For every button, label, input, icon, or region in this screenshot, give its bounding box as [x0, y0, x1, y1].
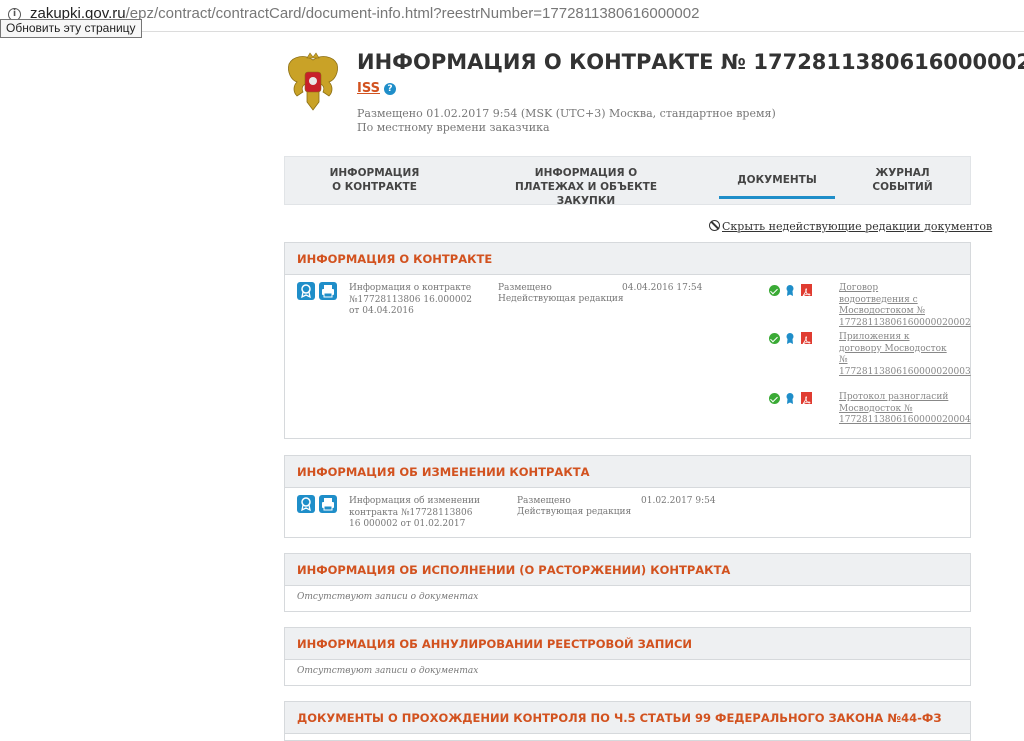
pdf-icon[interactable] [801, 284, 812, 297]
record-edition: Недействующая редакция [498, 294, 624, 304]
record-name: Информация о контракте №17728113806 16.0… [349, 283, 473, 316]
empty-records-note: Отсутствуют записи о документах [297, 666, 479, 676]
award-ribbon-icon[interactable] [785, 392, 795, 405]
record-name: Информация об изменении контракта №17728… [349, 496, 481, 529]
section-title: ИНФОРМАЦИЯ О КОНТРАКТЕ [285, 243, 970, 275]
section-control-docs: ДОКУМЕНТЫ О ПРОХОЖДЕНИИ КОНТРОЛЯ ПО Ч.5 … [284, 701, 971, 741]
browser-address-bar[interactable]: i zakupki.gov.ru/epz/contract/contractCa… [0, 0, 1024, 32]
empty-records-note: Отсутствуют записи о документах [297, 592, 479, 602]
section-change-info: ИНФОРМАЦИЯ ОБ ИЗМЕНЕНИИ КОНТРАКТА Информ… [284, 455, 971, 538]
url-path: /epz/contract/contractCard/document-info… [125, 5, 700, 22]
document-link[interactable]: Протокол разногласий Мосводосток № 17728… [839, 392, 971, 427]
record-date: 04.04.2016 17:54 [622, 283, 703, 293]
award-ribbon-icon[interactable] [785, 332, 795, 345]
pdf-icon[interactable] [801, 392, 812, 405]
record-date: 01.02.2017 9:54 [641, 496, 716, 506]
ban-icon [709, 220, 720, 231]
tab-documents[interactable]: ДОКУМЕНТЫ [719, 173, 835, 187]
placed-date: Размещено 01.02.2017 9:54 (MSK (UTC+3) М… [357, 107, 776, 120]
help-icon[interactable]: ? [384, 83, 396, 95]
print-icon[interactable] [319, 282, 337, 300]
award-ribbon-icon[interactable] [297, 495, 315, 513]
tab-payments-info[interactable]: ИНФОРМАЦИЯ О ПЛАТЕЖАХ И ОБЪЕКТЕ ЗАКУПКИ [501, 166, 671, 208]
section-annulment-info: ИНФОРМАЦИЯ ОБ АННУЛИРОВАНИИ РЕЕСТРОВОЙ З… [284, 627, 971, 686]
hide-inactive-label: Скрыть недействующие редакции документов [722, 220, 993, 233]
tab-event-log[interactable]: ЖУРНАЛ СОБЫТИЙ [870, 166, 935, 194]
signature-valid-icon [769, 285, 780, 296]
page-title: ИНФОРМАЦИЯ О КОНТРАКТЕ № 177281138061600… [357, 50, 1024, 74]
source-link[interactable]: ISS [357, 81, 380, 96]
section-execution-info: ИНФОРМАЦИЯ ОБ ИСПОЛНЕНИИ (О РАСТОРЖЕНИИ)… [284, 553, 971, 612]
section-contract-info: ИНФОРМАЦИЯ О КОНТРАКТЕ Информация о конт… [284, 242, 971, 439]
coat-of-arms-icon [288, 52, 338, 111]
record-status: Размещено [517, 496, 571, 506]
reload-tooltip: Обновить эту страницу [0, 19, 142, 38]
award-ribbon-icon[interactable] [297, 282, 315, 300]
local-time-note: По местному времени заказчика [357, 121, 550, 134]
section-title: ДОКУМЕНТЫ О ПРОХОЖДЕНИИ КОНТРОЛЯ ПО Ч.5 … [285, 702, 970, 734]
hide-inactive-link[interactable]: Скрыть недействующие редакции документов [709, 220, 992, 233]
record-edition: Действующая редакция [517, 507, 632, 517]
tab-contract-info[interactable]: ИНФОРМАЦИЯ О КОНТРАКТЕ [327, 166, 422, 194]
award-ribbon-icon[interactable] [785, 284, 795, 297]
signature-valid-icon [769, 393, 780, 404]
pdf-icon[interactable] [801, 332, 812, 345]
section-title: ИНФОРМАЦИЯ ОБ АННУЛИРОВАНИИ РЕЕСТРОВОЙ З… [285, 628, 970, 660]
record-status: Размещено [498, 283, 552, 293]
document-link[interactable]: Договор водоотведения с Мосводостоком № … [839, 283, 971, 329]
print-icon[interactable] [319, 495, 337, 513]
section-title: ИНФОРМАЦИЯ ОБ ИСПОЛНЕНИИ (О РАСТОРЖЕНИИ)… [285, 554, 970, 586]
active-tab-indicator [719, 196, 835, 199]
tab-bar: ИНФОРМАЦИЯ О КОНТРАКТЕ ИНФОРМАЦИЯ О ПЛАТ… [284, 156, 971, 208]
document-link[interactable]: Приложения к договору Мосводосток № 1772… [839, 332, 971, 378]
section-title: ИНФОРМАЦИЯ ОБ ИЗМЕНЕНИИ КОНТРАКТА [285, 456, 970, 488]
signature-valid-icon [769, 333, 780, 344]
